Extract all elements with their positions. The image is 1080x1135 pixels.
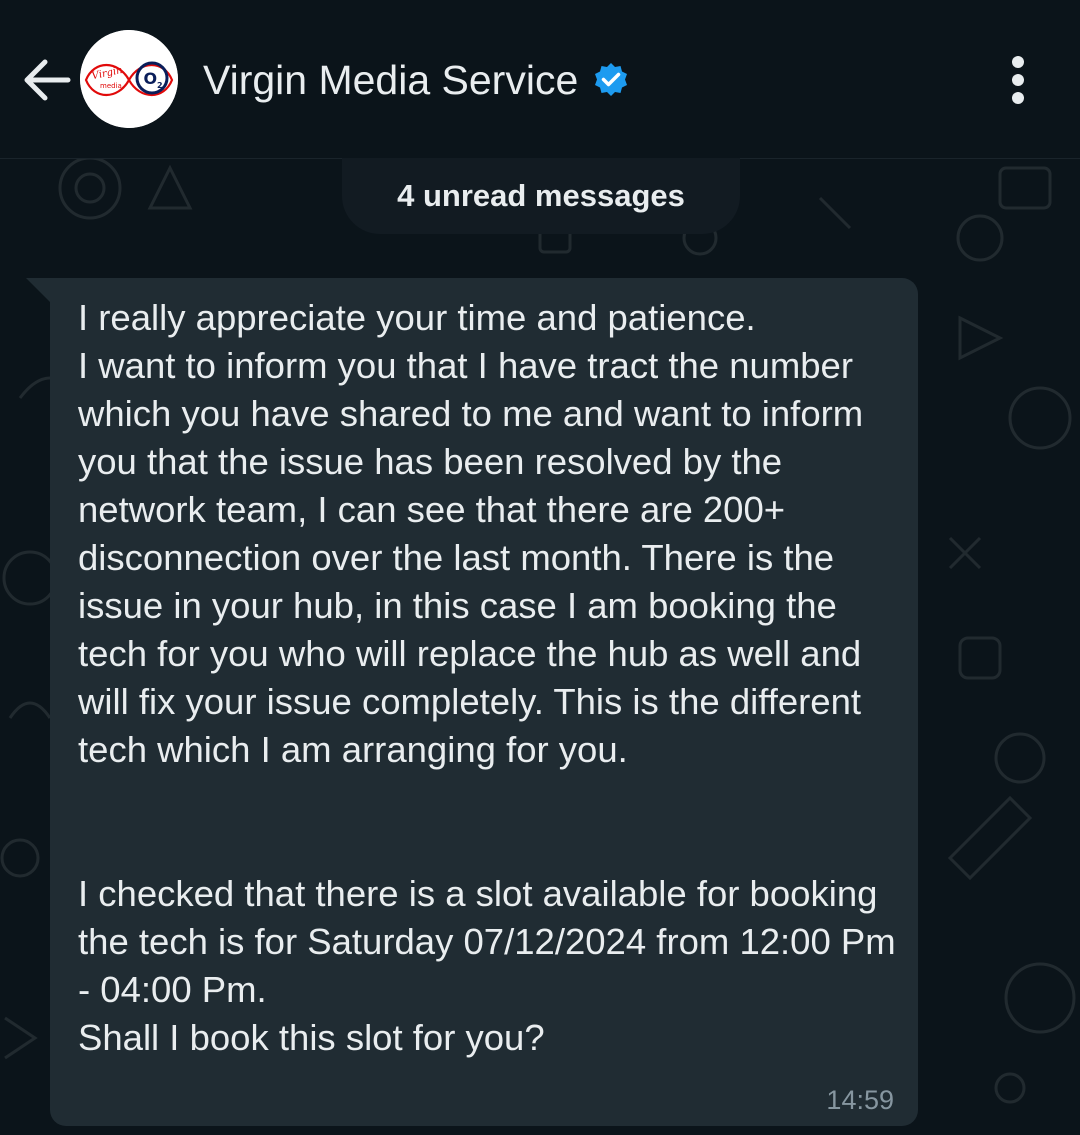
back-button[interactable] [18, 52, 74, 108]
message-text: I really appreciate your time and patien… [78, 297, 896, 1058]
contact-name: Virgin Media Service [203, 56, 579, 103]
svg-text:media: media [100, 82, 122, 90]
message-bubble-tail [26, 278, 52, 304]
more-options-button[interactable] [990, 50, 1046, 110]
contact-avatar[interactable]: Virgin media O 2 [80, 30, 178, 128]
chat-header: Virgin media O 2 Virgin Media Service [0, 0, 1080, 159]
verified-badge-icon [592, 61, 630, 99]
svg-text:O: O [144, 69, 158, 88]
chat-screen: Virgin media O 2 Virgin Media Service 4 … [0, 0, 1080, 1135]
svg-text:2: 2 [157, 81, 163, 90]
virgin-o2-logo: Virgin media O 2 [80, 30, 178, 128]
arrow-left-icon [24, 59, 71, 101]
incoming-message-bubble[interactable]: I really appreciate your time and patien… [50, 278, 918, 1126]
more-vertical-icon [1012, 56, 1024, 104]
message-timestamp: 14:59 [826, 1085, 894, 1115]
unread-messages-banner: 4 unread messages [342, 158, 740, 234]
contact-name-area[interactable]: Virgin Media Service [203, 52, 630, 108]
